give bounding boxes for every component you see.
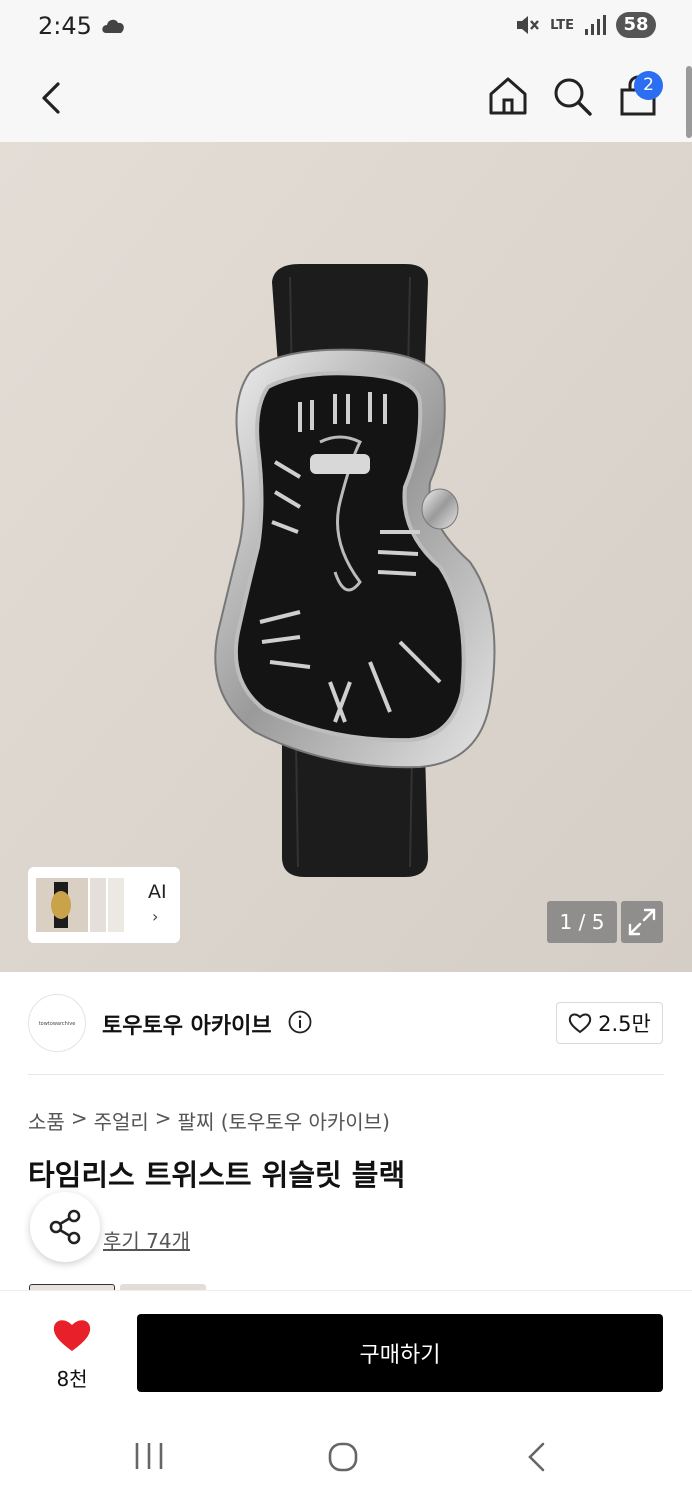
seller-name[interactable]: 토우토우 아카이브 [102,1008,272,1040]
recents-icon[interactable] [132,1441,166,1475]
heart-filled-icon[interactable] [52,1317,92,1357]
seller-row[interactable]: towtowarchive 토우토우 아카이브 2.5만 [0,972,692,1076]
share-button[interactable] [30,1192,100,1262]
breadcrumb-item[interactable]: 주얼리 [94,1106,149,1135]
top-navigation [0,56,692,142]
breadcrumb: 소품 > 주얼리 > 팔찌 (토우토우 아카이브) [28,1106,390,1135]
signal-icon [585,15,606,35]
seller-like-button[interactable]: 2.5만 [556,1002,663,1044]
image-page-counter: 1 / 5 [547,901,617,943]
divider [28,1074,664,1075]
breadcrumb-item[interactable]: 소품 [28,1106,65,1135]
battery-indicator: 58 [616,12,656,38]
heart-outline-icon [568,1013,592,1034]
seller-logo[interactable]: towtowarchive [28,994,86,1052]
home-icon[interactable] [486,74,530,118]
buy-button[interactable]: 구매하기 [137,1314,663,1392]
chevron-right-icon: › [152,907,159,926]
product-photo [0,142,692,972]
share-icon [49,1209,81,1245]
thumbnail-1 [34,876,90,934]
purchase-bar: 8천 구매하기 [0,1290,692,1415]
info-icon[interactable] [288,1010,312,1038]
breadcrumb-item[interactable]: 팔찌 (토우토우 아카이브) [178,1106,390,1135]
status-bar: 2:45 LTE 58 [0,0,692,56]
back-icon[interactable] [34,76,74,120]
wish-count: 8천 [56,1367,88,1391]
product-title: 타임리스 트위스트 위슬릿 블랙 [28,1158,406,1192]
ai-label: AI [148,881,167,903]
reviews-link[interactable]: 후기 74개 [103,1225,190,1254]
thumbnail-stack [32,872,136,938]
cart-count-badge: 2 [634,71,663,100]
status-icons: LTE 58 [514,12,656,38]
scroll-indicator[interactable] [686,66,692,138]
ai-similar-items-button[interactable]: AI › [28,867,180,943]
mute-icon [517,16,540,34]
status-time: 2:45 [38,12,92,40]
network-type: LTE [550,17,574,33]
system-navigation-bar [0,1415,692,1500]
search-icon[interactable] [550,74,594,118]
home-circle-icon[interactable] [327,1441,359,1477]
product-image-gallery[interactable]: AI › 1 / 5 [0,142,692,972]
seller-like-count: 2.5만 [598,1012,651,1036]
breadcrumb-separator: > [70,1106,88,1130]
expand-icon[interactable] [621,901,663,943]
back-chevron-icon[interactable] [524,1441,550,1477]
cloud-sync-icon [100,15,128,41]
breadcrumb-separator: > [154,1106,172,1130]
